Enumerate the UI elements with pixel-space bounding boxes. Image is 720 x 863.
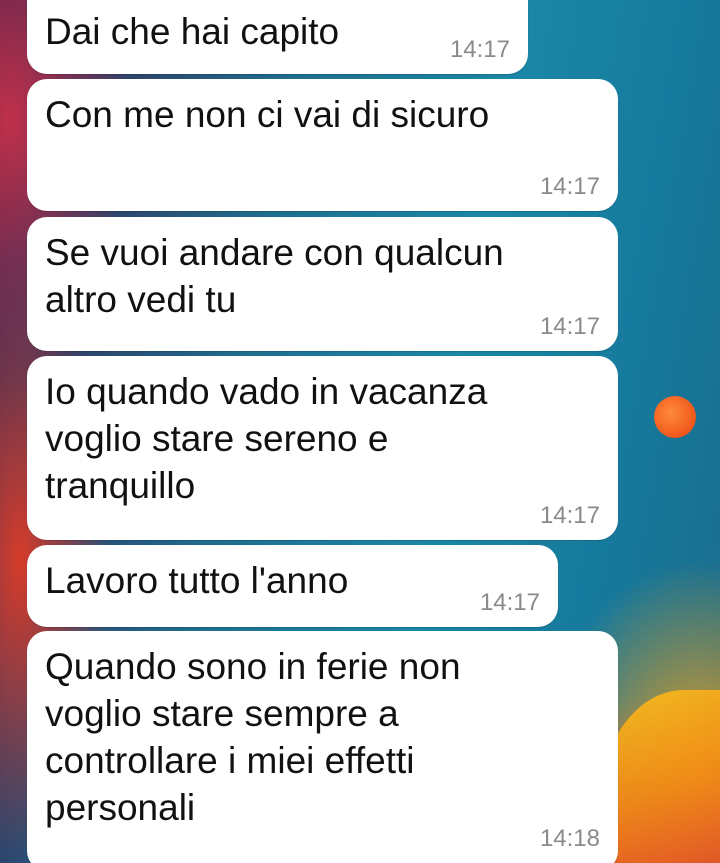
- message-timestamp: 14:17: [479, 589, 540, 616]
- message-bubble[interactable]: Se vuoi andare con qualcun altro vedi tu…: [27, 217, 618, 351]
- message-timestamp: 14:17: [539, 173, 600, 200]
- message-bubble[interactable]: Quando sono in ferie non voglio stare se…: [27, 631, 618, 863]
- message-text: Se vuoi andare con qualcun altro vedi tu: [45, 232, 504, 320]
- message-bubble[interactable]: Io quando vado in vacanza voglio stare s…: [27, 356, 618, 540]
- message-bubble[interactable]: Con me non ci vai di sicuro 14:17: [27, 79, 618, 211]
- message-timestamp: 14:17: [539, 502, 600, 529]
- message-bubble[interactable]: Dai che hai capito 14:17: [27, 0, 528, 74]
- message-timestamp: 14:18: [539, 825, 600, 852]
- message-text: Con me non ci vai di sicuro: [45, 94, 490, 135]
- message-text: Io quando vado in vacanza voglio stare s…: [45, 371, 488, 506]
- chat-message-list[interactable]: Dai che hai capito 14:17 Con me non ci v…: [0, 0, 720, 863]
- message-text: Quando sono in ferie non voglio stare se…: [45, 646, 461, 828]
- message-bubble[interactable]: Lavoro tutto l'anno 14:17: [27, 545, 558, 627]
- message-text: Dai che hai capito: [45, 11, 340, 52]
- message-timestamp: 14:17: [449, 36, 510, 63]
- message-text: Lavoro tutto l'anno: [45, 560, 349, 601]
- message-timestamp: 14:17: [539, 313, 600, 340]
